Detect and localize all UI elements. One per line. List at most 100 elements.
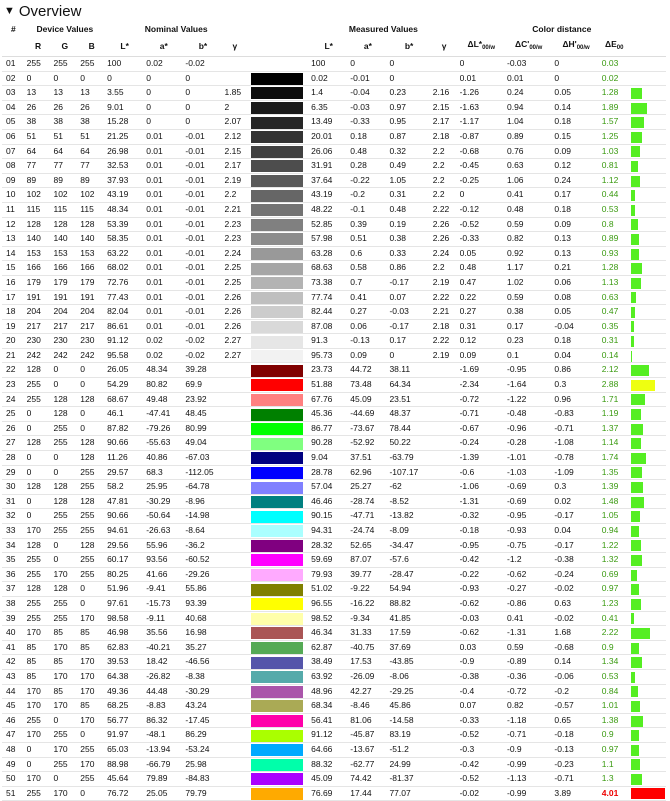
nominal-gamma-cell — [222, 538, 248, 554]
delta-e-cell: 1.1 — [599, 757, 629, 773]
table-row: 13 140 140 140 58.35 0.01 -0.01 2.23 57.98 0.51 0.… — [2, 231, 666, 247]
nominal-b-cell: -64.78 — [183, 479, 223, 495]
measured-gamma-cell: 2.26 — [430, 231, 458, 247]
delta-e-cell: 1.39 — [599, 479, 629, 495]
delta-e-bar-cell — [628, 290, 666, 306]
delta-h-cell: 0.09 — [552, 217, 600, 233]
nominal-b-cell: 0 — [183, 85, 223, 101]
measured-l-cell: 45.09 — [309, 771, 349, 787]
delta-l-cell: -0.52 — [457, 727, 505, 743]
nominal-l-cell: 86.61 — [105, 319, 145, 335]
measured-a-cell: 0.06 — [348, 319, 388, 335]
device-b-cell: 204 — [78, 304, 106, 320]
swatch-cell — [247, 333, 310, 349]
delta-l-cell: 0.27 — [457, 304, 505, 320]
measured-b-cell: -57.6 — [387, 552, 431, 568]
nominal-gamma-cell: 2.23 — [222, 217, 248, 233]
nominal-b-cell: -0.01 — [183, 304, 223, 320]
swatch-cell — [247, 465, 310, 481]
device-b-cell: 255 — [78, 465, 106, 481]
nominal-a-cell: 0.01 — [144, 290, 184, 306]
swatch-cell — [247, 348, 310, 364]
table-row: 19 217 217 217 86.61 0.01 -0.01 2.26 87.08 0.06 -0… — [2, 319, 666, 335]
delta-c-cell: -0.71 — [504, 727, 553, 743]
measured-l-cell: 46.34 — [309, 625, 349, 641]
device-g-cell: 255 — [51, 596, 79, 612]
delta-l-cell: -0.9 — [457, 654, 505, 670]
delta-e-cell: 0.69 — [599, 567, 629, 583]
nominal-l-cell: 88.98 — [105, 757, 145, 773]
delta-e-bar-cell — [628, 435, 666, 452]
nominal-a-cell: 0.02 — [144, 333, 184, 349]
device-b-cell: 255 — [78, 523, 106, 539]
color-swatch — [251, 277, 304, 290]
measured-l-cell: 20.01 — [309, 129, 349, 145]
measured-a-cell: 37.51 — [348, 450, 388, 466]
table-row: 41 85 170 85 62.83 -40.21 35.27 62.87 -40.75 37.6… — [2, 640, 666, 656]
measured-l-cell: 13.49 — [309, 114, 349, 130]
nominal-l-cell: 46.1 — [105, 406, 145, 422]
nominal-l-cell: 90.66 — [105, 508, 145, 524]
nominal-gamma-cell: 2.07 — [222, 114, 248, 130]
delta-h-cell: 0.05 — [552, 304, 600, 320]
row-index-cell: 31 — [2, 494, 25, 510]
collapse-triangle-icon[interactable]: ▼ — [4, 5, 15, 17]
device-r-cell: 170 — [24, 523, 52, 539]
delta-e-cell: 1.3 — [599, 771, 629, 787]
nominal-b-cell: 0 — [183, 71, 223, 87]
delta-c-cell: -0.96 — [504, 421, 553, 437]
overview-header[interactable]: ▼ Overview — [0, 0, 670, 22]
measured-b-cell: -0.17 — [387, 319, 431, 335]
delta-c-cell: 1.04 — [504, 114, 553, 130]
row-index-cell: 16 — [2, 275, 25, 291]
delta-e-bar — [630, 700, 640, 712]
delta-l-cell: -0.72 — [457, 392, 505, 408]
device-b-cell: 170 — [78, 757, 106, 773]
swatch-cell — [247, 362, 310, 379]
measured-gamma-cell: 2.18 — [430, 319, 458, 335]
col-nominal-l: L* — [105, 37, 145, 57]
swatch-cell — [247, 173, 310, 189]
delta-l-cell: -0.68 — [457, 144, 505, 160]
device-r-cell: 0 — [24, 406, 52, 422]
measured-b-cell: 0.86 — [387, 260, 431, 276]
delta-l-cell: -0.12 — [457, 202, 505, 218]
delta-e-bar — [630, 671, 635, 683]
measured-a-cell: 17.53 — [348, 654, 388, 670]
table-row: 04 26 26 26 9.01 0 0 2 6.35 -0.03 0.97 2.15 -1.63 0.9… — [2, 100, 666, 116]
delta-h-cell: 0.05 — [552, 85, 600, 101]
delta-e-bar — [630, 773, 642, 785]
col-b: B — [78, 37, 106, 57]
color-swatch — [251, 145, 304, 158]
nominal-l-cell: 29.56 — [105, 538, 145, 554]
device-r-cell: 128 — [24, 362, 52, 379]
delta-c-cell: -0.89 — [504, 654, 553, 670]
table-row: 44 170 85 170 49.36 44.48 -30.29 48.96 42.27 -29.… — [2, 684, 666, 700]
delta-l-cell: 0.07 — [457, 698, 505, 714]
delta-e-cell: 0.8 — [599, 217, 629, 233]
device-g-cell: 140 — [51, 231, 79, 247]
delta-h-cell: 0.96 — [552, 392, 600, 408]
measured-l-cell: 0.02 — [309, 71, 349, 87]
measurement-table: # Device Values Nominal Values Measured … — [2, 22, 666, 801]
nominal-b-cell: 16.98 — [183, 625, 223, 641]
nominal-a-cell: 48.34 — [144, 362, 184, 379]
measured-gamma-cell — [430, 786, 458, 801]
nominal-a-cell: 93.56 — [144, 552, 184, 568]
delta-e-cell: 1.03 — [599, 144, 629, 160]
nominal-b-cell: -0.01 — [183, 173, 223, 189]
nominal-gamma-cell — [222, 757, 248, 773]
nominal-gamma-cell: 2.23 — [222, 231, 248, 247]
delta-e-cell: 0.81 — [599, 158, 629, 174]
row-index-cell: 13 — [2, 231, 25, 247]
table-row: 36 255 170 255 80.25 41.66 -29.26 79.93 39.77 -28… — [2, 567, 666, 583]
nominal-b-cell: 80.99 — [183, 421, 223, 437]
device-g-cell: 51 — [51, 129, 79, 145]
swatch-cell — [247, 231, 310, 247]
swatch-cell — [247, 479, 310, 495]
delta-l-cell: -1.17 — [457, 114, 505, 130]
measured-l-cell: 31.91 — [309, 158, 349, 174]
col-g: G — [51, 37, 79, 57]
measured-l-cell: 96.55 — [309, 596, 349, 612]
measured-b-cell: 38.11 — [387, 362, 431, 379]
